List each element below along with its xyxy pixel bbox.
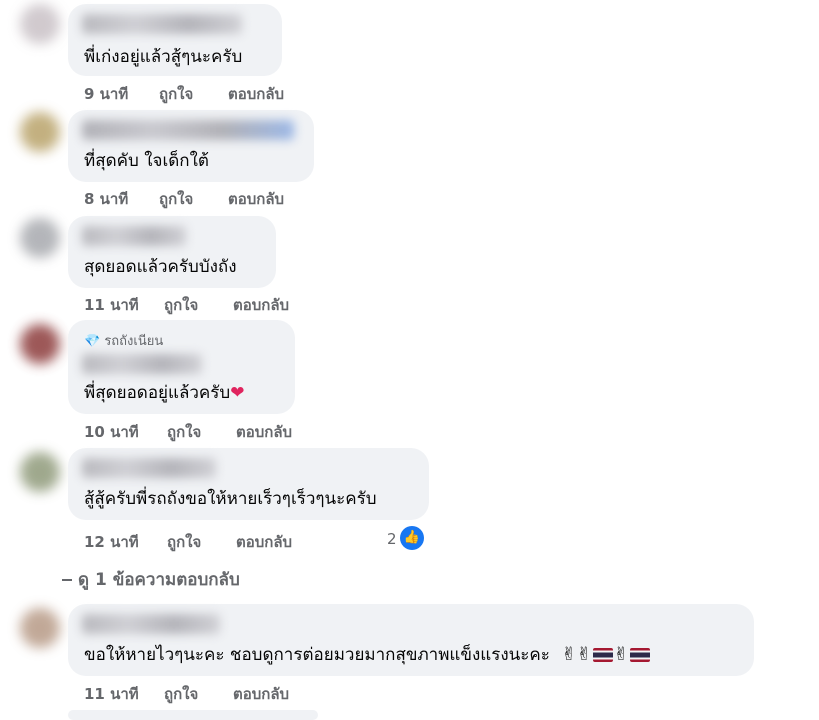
avatar[interactable] <box>20 112 60 152</box>
commenter-name[interactable] <box>82 458 216 478</box>
comment-bubble-partial <box>68 710 318 720</box>
comment-time[interactable]: 12 นาที <box>84 530 139 554</box>
avatar[interactable] <box>20 608 60 648</box>
comment-time[interactable]: 9 นาที <box>84 82 128 106</box>
victory-hand-icon: ✌ <box>613 644 629 665</box>
badge-label: รถถังเนียน <box>104 334 164 349</box>
comment-text: ที่สุดคับ ใจเด็กใต้ <box>84 151 209 171</box>
commenter-name[interactable] <box>82 354 202 374</box>
comment-time[interactable]: 11 นาที <box>84 293 139 317</box>
comment-text: พี่เก่งอยู่แล้วสู้ๆนะครับ <box>84 47 243 67</box>
avatar[interactable] <box>20 452 60 492</box>
comment-text: พี่สุดยอดอยู่แล้วครับ❤ <box>84 383 245 403</box>
view-replies-link[interactable]: ดู 1 ข้อความตอบกลับ <box>62 566 240 593</box>
victory-hand-icon: ✌ <box>561 644 577 665</box>
comment-time[interactable]: 10 นาที <box>84 420 139 444</box>
reply-button[interactable]: ตอบกลับ <box>233 293 289 317</box>
comment-bubble: 💎 รถถังเนียน พี่สุดยอดอยู่แล้วครับ❤ <box>68 320 295 414</box>
heart-emoji: ❤ <box>230 383 245 403</box>
commenter-name[interactable] <box>82 226 186 246</box>
comment-text: สู้สู้ครับพี่รถถังขอให้หายเร็วๆเร็วๆนะคร… <box>84 489 377 509</box>
like-button[interactable]: ถูกใจ <box>164 682 198 706</box>
reply-button[interactable]: ตอบกลับ <box>236 420 292 444</box>
reply-arrow-icon <box>62 579 72 581</box>
victory-hand-icon: ✌ <box>576 644 592 665</box>
commenter-name[interactable] <box>82 14 242 34</box>
avatar[interactable] <box>20 218 60 258</box>
thumbs-up-icon[interactable]: 👍 <box>400 526 424 550</box>
comment-bubble: สุดยอดแล้วครับบังถัง <box>68 216 276 288</box>
commenter-name[interactable] <box>82 614 220 634</box>
comment-text: สุดยอดแล้วครับบังถัง <box>84 257 237 277</box>
reaction-count[interactable]: 2 <box>387 530 397 548</box>
like-button[interactable]: ถูกใจ <box>159 82 193 106</box>
reply-button[interactable]: ตอบกลับ <box>228 82 284 106</box>
commenter-name[interactable] <box>82 120 294 140</box>
avatar[interactable] <box>20 4 60 44</box>
thailand-flag-icon <box>592 648 613 662</box>
diamond-icon: 💎 <box>84 334 101 349</box>
like-button[interactable]: ถูกใจ <box>164 293 198 317</box>
comment-text: ขอให้หายไวๆนะคะ ชอบดูการต่อยมวยมากสุขภาพ… <box>84 644 651 666</box>
comment-time[interactable]: 11 นาที <box>84 682 139 706</box>
thailand-flag-icon <box>629 648 650 662</box>
reply-button[interactable]: ตอบกลับ <box>236 530 292 554</box>
like-button[interactable]: ถูกใจ <box>167 420 201 444</box>
comment-bubble: สู้สู้ครับพี่รถถังขอให้หายเร็วๆเร็วๆนะคร… <box>68 448 429 520</box>
comment-time[interactable]: 8 นาที <box>84 187 128 211</box>
avatar[interactable] <box>20 324 60 364</box>
comment-bubble: ขอให้หายไวๆนะคะ ชอบดูการต่อยมวยมากสุขภาพ… <box>68 604 754 676</box>
reply-button[interactable]: ตอบกลับ <box>228 187 284 211</box>
reply-button[interactable]: ตอบกลับ <box>233 682 289 706</box>
comment-bubble: พี่เก่งอยู่แล้วสู้ๆนะครับ <box>68 4 282 76</box>
comment-bubble: ที่สุดคับ ใจเด็กใต้ <box>68 110 314 182</box>
like-button[interactable]: ถูกใจ <box>167 530 201 554</box>
fan-badge: 💎 รถถังเนียน <box>84 330 163 351</box>
emoji-row: ✌✌ ✌ <box>561 644 650 665</box>
like-button[interactable]: ถูกใจ <box>159 187 193 211</box>
